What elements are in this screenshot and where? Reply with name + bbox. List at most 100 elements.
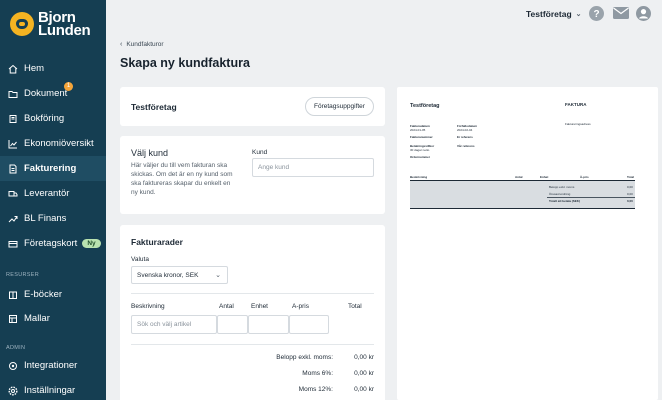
- company-card: Testföretag Företagsuppgifter: [120, 87, 385, 126]
- page-title: Skapa ny kundfaktura: [120, 56, 250, 70]
- sidebar-item-label: Leverantör: [24, 188, 70, 199]
- sidebar-item-dokument[interactable]: Dokument 1: [0, 81, 106, 106]
- sidebar-item-label: Fakturering: [24, 163, 77, 174]
- customer-help-text: Här väljer du till vem fakturan ska skic…: [131, 162, 233, 196]
- sidebar-item-mallar[interactable]: Mallar: [0, 306, 106, 331]
- preview-totals-block: [410, 181, 635, 208]
- preview-col-total: Total: [627, 175, 634, 179]
- sidebar-item-hem[interactable]: Hem: [0, 56, 106, 81]
- truck-icon: [8, 189, 18, 199]
- sum-value-excl-vat: 0,00 kr: [354, 354, 374, 361]
- sidebar-item-label: Hem: [24, 63, 45, 74]
- col-total: Total: [348, 303, 362, 310]
- book-icon: [8, 114, 18, 124]
- customer-field-label: Kund: [252, 149, 268, 156]
- top-bar: Testföretag ⌄ ?: [106, 0, 662, 30]
- unit-price-input[interactable]: [289, 315, 329, 334]
- preview-grand-total-value: 0,00: [627, 199, 633, 203]
- mail-icon[interactable]: [613, 7, 629, 19]
- sidebar-item-e-bocker[interactable]: E-böcker: [0, 282, 106, 307]
- preview-total-label: Belopp exkl. moms: [549, 185, 575, 189]
- resources-heading: RESURSER: [6, 272, 39, 278]
- sidebar-item-integrationer[interactable]: Integrationer: [0, 353, 106, 378]
- sidebar-item-label: Företagskort: [24, 238, 78, 249]
- chart-icon: [8, 139, 18, 149]
- col-description: Beskrivning: [131, 303, 165, 310]
- preview-bottom-rule: [410, 208, 635, 209]
- preview-billing-address-label: Faktureringsadress: [565, 122, 591, 126]
- bear-logo-icon: [10, 12, 34, 36]
- col-unit: Enhet: [251, 303, 268, 310]
- sidebar-item-label: Integrationer: [24, 360, 78, 371]
- col-quantity: Antal: [219, 303, 234, 310]
- breadcrumb-link[interactable]: Kundfakturor: [126, 41, 163, 48]
- divider: [131, 344, 374, 345]
- chevron-left-icon: ‹: [120, 41, 123, 48]
- sidebar-item-label: BL Finans: [24, 213, 67, 224]
- integration-icon: [8, 361, 18, 371]
- company-details-button[interactable]: Företagsuppgifter: [305, 97, 374, 116]
- sidebar-item-fakturering[interactable]: Fakturering: [0, 156, 106, 181]
- preview-col-unit-price: À-pris: [580, 175, 589, 179]
- sidebar-item-label: Ekonomiöversikt: [24, 138, 94, 149]
- preview-total-label: Öresavrundning: [549, 192, 571, 196]
- sidebar-item-bl-finans[interactable]: BL Finans: [0, 206, 106, 231]
- sum-value-vat-12: 0,00 kr: [354, 386, 374, 393]
- new-badge: Ny: [82, 239, 101, 248]
- invoice-icon: [8, 164, 18, 174]
- sidebar-item-label: Dokument: [24, 88, 68, 99]
- customer-input[interactable]: Ange kund: [252, 158, 374, 177]
- preview-total-value: 0,00: [627, 185, 633, 189]
- breadcrumb[interactable]: ‹ Kundfakturor: [120, 41, 164, 48]
- trend-icon: [8, 214, 18, 224]
- unit-input[interactable]: [248, 315, 289, 334]
- preview-meta-label: Fakturanummer: [410, 135, 433, 139]
- brand-logo[interactable]: Bjorn Lunden: [10, 9, 100, 39]
- article-search-input[interactable]: Sök och välj artikel: [131, 315, 217, 334]
- preview-grand-total-label: Totalt att betala (SEK): [549, 199, 580, 203]
- help-icon[interactable]: ?: [589, 6, 604, 21]
- preview-meta-value: 2024-01-05: [410, 128, 426, 132]
- svg-text:?: ?: [593, 9, 599, 20]
- invoice-rows-title: Fakturarader: [131, 237, 183, 247]
- currency-select[interactable]: Svenska kronor, SEK ⌄: [131, 266, 228, 284]
- preview-meta-value: 2024-02-04: [457, 128, 473, 132]
- quantity-input[interactable]: [217, 315, 248, 334]
- sum-label-vat-6: Moms 6%:: [302, 370, 333, 377]
- sidebar-item-bokforing[interactable]: Bokföring: [0, 106, 106, 131]
- preview-total-value: 0,00: [627, 192, 633, 196]
- company-switcher[interactable]: Testföretag ⌄: [526, 9, 582, 19]
- preview-col-unit: Enhet: [540, 175, 549, 179]
- preview-col-description: Beskrivning: [410, 175, 428, 179]
- preview-company: Testföretag: [410, 103, 440, 109]
- ebook-icon: [8, 290, 18, 300]
- company-name: Testföretag: [131, 102, 177, 112]
- sidebar-item-installningar[interactable]: Inställningar: [0, 378, 106, 400]
- currency-select-value: Svenska kronor, SEK: [137, 271, 199, 279]
- user-avatar-icon[interactable]: [636, 6, 651, 21]
- invoice-preview: Testföretag FAKTURA Faktureringsadress F…: [397, 87, 658, 400]
- sidebar-item-ekonomioversikt[interactable]: Ekonomiöversikt: [0, 131, 106, 156]
- sidebar-item-foretagskort[interactable]: Företagskort Ny: [0, 231, 106, 256]
- preview-col-quantity: Antal: [515, 175, 523, 179]
- divider: [131, 293, 374, 294]
- company-switcher-label: Testföretag: [526, 9, 572, 19]
- sum-label-vat-12: Moms 12%:: [298, 386, 333, 393]
- settings-icon: [8, 386, 18, 396]
- invoice-rows-card: Fakturarader Valuta Svenska kronor, SEK …: [120, 225, 385, 400]
- sidebar: Bjorn Lunden Hem Dokument 1 Bokföring Ek…: [0, 0, 106, 400]
- folder-icon: [8, 89, 18, 99]
- preview-doc-title: FAKTURA: [565, 102, 587, 107]
- preview-meta-label: Ordernummer: [410, 155, 431, 159]
- currency-label: Valuta: [131, 256, 149, 263]
- admin-heading: ADMIN: [6, 345, 26, 351]
- sidebar-item-label: Inställningar: [24, 385, 76, 396]
- customer-card: Välj kund Här väljer du till vem faktura…: [120, 136, 385, 214]
- sidebar-item-leverantor[interactable]: Leverantör: [0, 181, 106, 206]
- home-icon: [8, 64, 18, 74]
- card-icon: [8, 239, 18, 249]
- preview-total-rule: [547, 197, 635, 198]
- sidebar-item-label: Mallar: [24, 313, 50, 324]
- chevron-down-icon: ⌄: [215, 272, 221, 279]
- notification-badge: 1: [64, 82, 73, 91]
